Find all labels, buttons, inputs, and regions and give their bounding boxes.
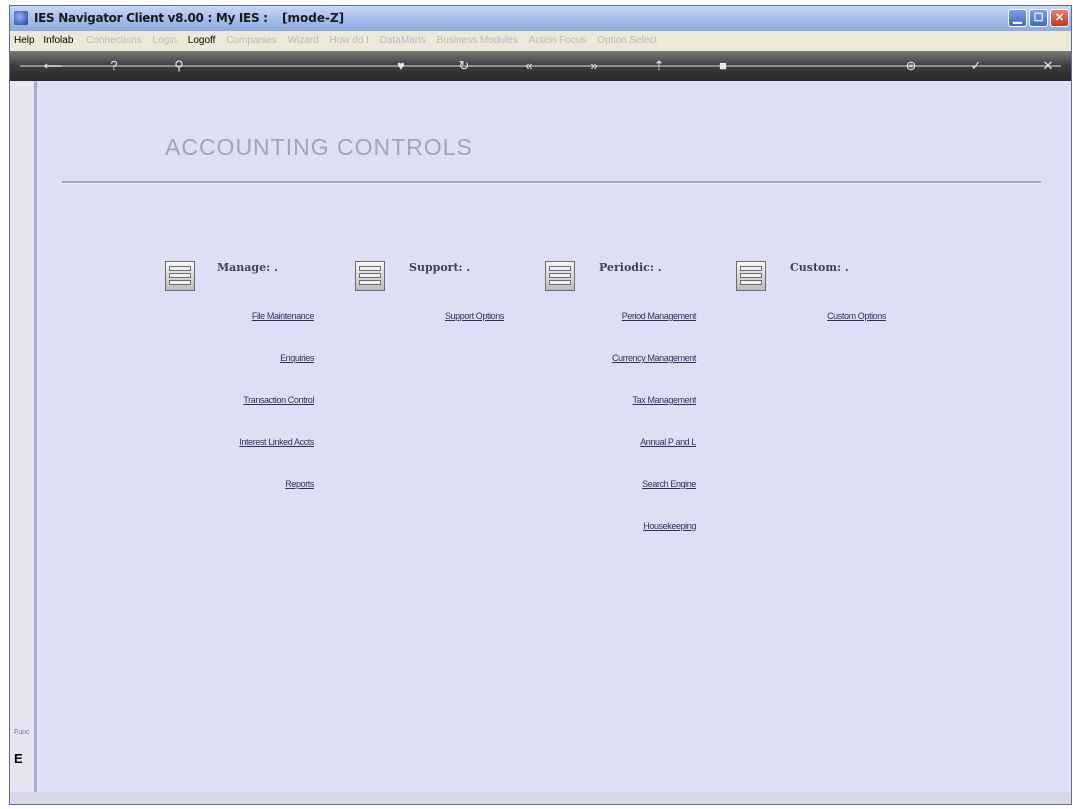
help-icon[interactable]: ? (106, 58, 122, 74)
upload-icon[interactable]: ⇡ (651, 58, 667, 74)
minimize-icon[interactable]: ▁ (1008, 9, 1027, 27)
link-transaction-control[interactable]: Transaction Control (243, 395, 314, 405)
link-search-engine[interactable]: Search Engine (642, 479, 696, 489)
rewind-icon[interactable]: « (521, 58, 537, 74)
page-title: ACCOUNTING CONTROLS (165, 134, 473, 160)
link-tax-management[interactable]: Tax Management (633, 395, 697, 405)
title-divider (62, 181, 1041, 184)
window-title: IES Navigator Client v8.00 : My IES : (34, 11, 268, 25)
section-title-periodic: Periodic: . (599, 261, 662, 274)
link-support-options[interactable]: Support Options (445, 311, 504, 321)
menu-item-infolab[interactable]: Infolab (43, 35, 73, 46)
menu-item-companies[interactable]: Companies (226, 35, 277, 46)
exit-icon[interactable]: ✕ (1040, 58, 1056, 74)
section-title-custom: Custom: . (790, 261, 849, 274)
back-arrow-icon[interactable]: ⟵ (40, 58, 66, 74)
close-icon[interactable]: ✕ (1050, 9, 1069, 27)
menu-item-business-modules[interactable]: Business Modules (437, 35, 518, 46)
menu-item-logoff[interactable]: Logoff (188, 35, 216, 46)
menu-item-datamarts[interactable]: DataMarts (380, 35, 426, 46)
main-content: Func E ACCOUNTING CONTROLS Manage: . Fil… (10, 81, 1071, 804)
link-reports[interactable]: Reports (285, 479, 314, 489)
link-interest-linked-accts[interactable]: Interest Linked Accts (239, 437, 314, 447)
manage-menu-icon[interactable] (165, 261, 195, 291)
link-file-maintenance[interactable]: File Maintenance (252, 311, 315, 321)
menu-item-help[interactable]: Help (14, 35, 35, 46)
support-menu-icon[interactable] (355, 261, 385, 291)
side-panel-letter: E (14, 751, 23, 766)
menu-item-how-do-i[interactable]: How do I (329, 35, 368, 46)
periodic-menu-icon[interactable] (545, 261, 575, 291)
stop-icon[interactable]: ■ (715, 58, 731, 74)
side-panel-label: Func (14, 729, 30, 736)
menu-item-option-select[interactable]: Option Select (597, 35, 657, 46)
menu-item-connections[interactable]: Connections (86, 35, 142, 46)
favorite-icon[interactable]: ♥ (393, 58, 409, 74)
refresh-icon[interactable]: ↻ (456, 58, 472, 74)
section-title-support: Support: . (409, 261, 471, 274)
ok-icon[interactable]: ✓ (968, 58, 984, 74)
link-currency-management[interactable]: Currency Management (612, 353, 696, 363)
toolbar: ⟵ ? ⚲ ♥ ↻ « » ⇡ ■ ⊛ ✓ ✕ (10, 51, 1071, 81)
search-icon[interactable]: ⚲ (171, 58, 187, 74)
link-housekeeping[interactable]: Housekeeping (643, 521, 696, 531)
title-bar: IES Navigator Client v8.00 : My IES : [m… (10, 6, 1071, 31)
link-custom-options[interactable]: Custom Options (827, 311, 886, 321)
menu-item-wizard[interactable]: Wizard (288, 35, 319, 46)
maximize-icon[interactable]: ☐ (1029, 9, 1048, 27)
link-period-management[interactable]: Period Management (622, 311, 697, 321)
link-enquiries[interactable]: Enquiries (280, 353, 314, 363)
link-annual-p-and-l[interactable]: Annual P and L (640, 437, 696, 447)
app-window: IES Navigator Client v8.00 : My IES : [m… (9, 5, 1072, 805)
window-mode: [mode-Z] (282, 11, 345, 25)
custom-menu-icon[interactable] (736, 261, 766, 291)
app-icon (14, 11, 28, 25)
forward-icon[interactable]: » (586, 58, 602, 74)
menu-bar: Help Infolab Connections Login Logoff Co… (10, 31, 1071, 51)
section-title-manage: Manage: . (217, 261, 278, 274)
status-strip (10, 792, 1071, 804)
menu-item-login[interactable]: Login (153, 35, 177, 46)
menu-item-action-focus[interactable]: Action Focus (529, 35, 587, 46)
settings-icon[interactable]: ⊛ (903, 58, 919, 74)
left-side-panel: Func E (10, 81, 37, 804)
